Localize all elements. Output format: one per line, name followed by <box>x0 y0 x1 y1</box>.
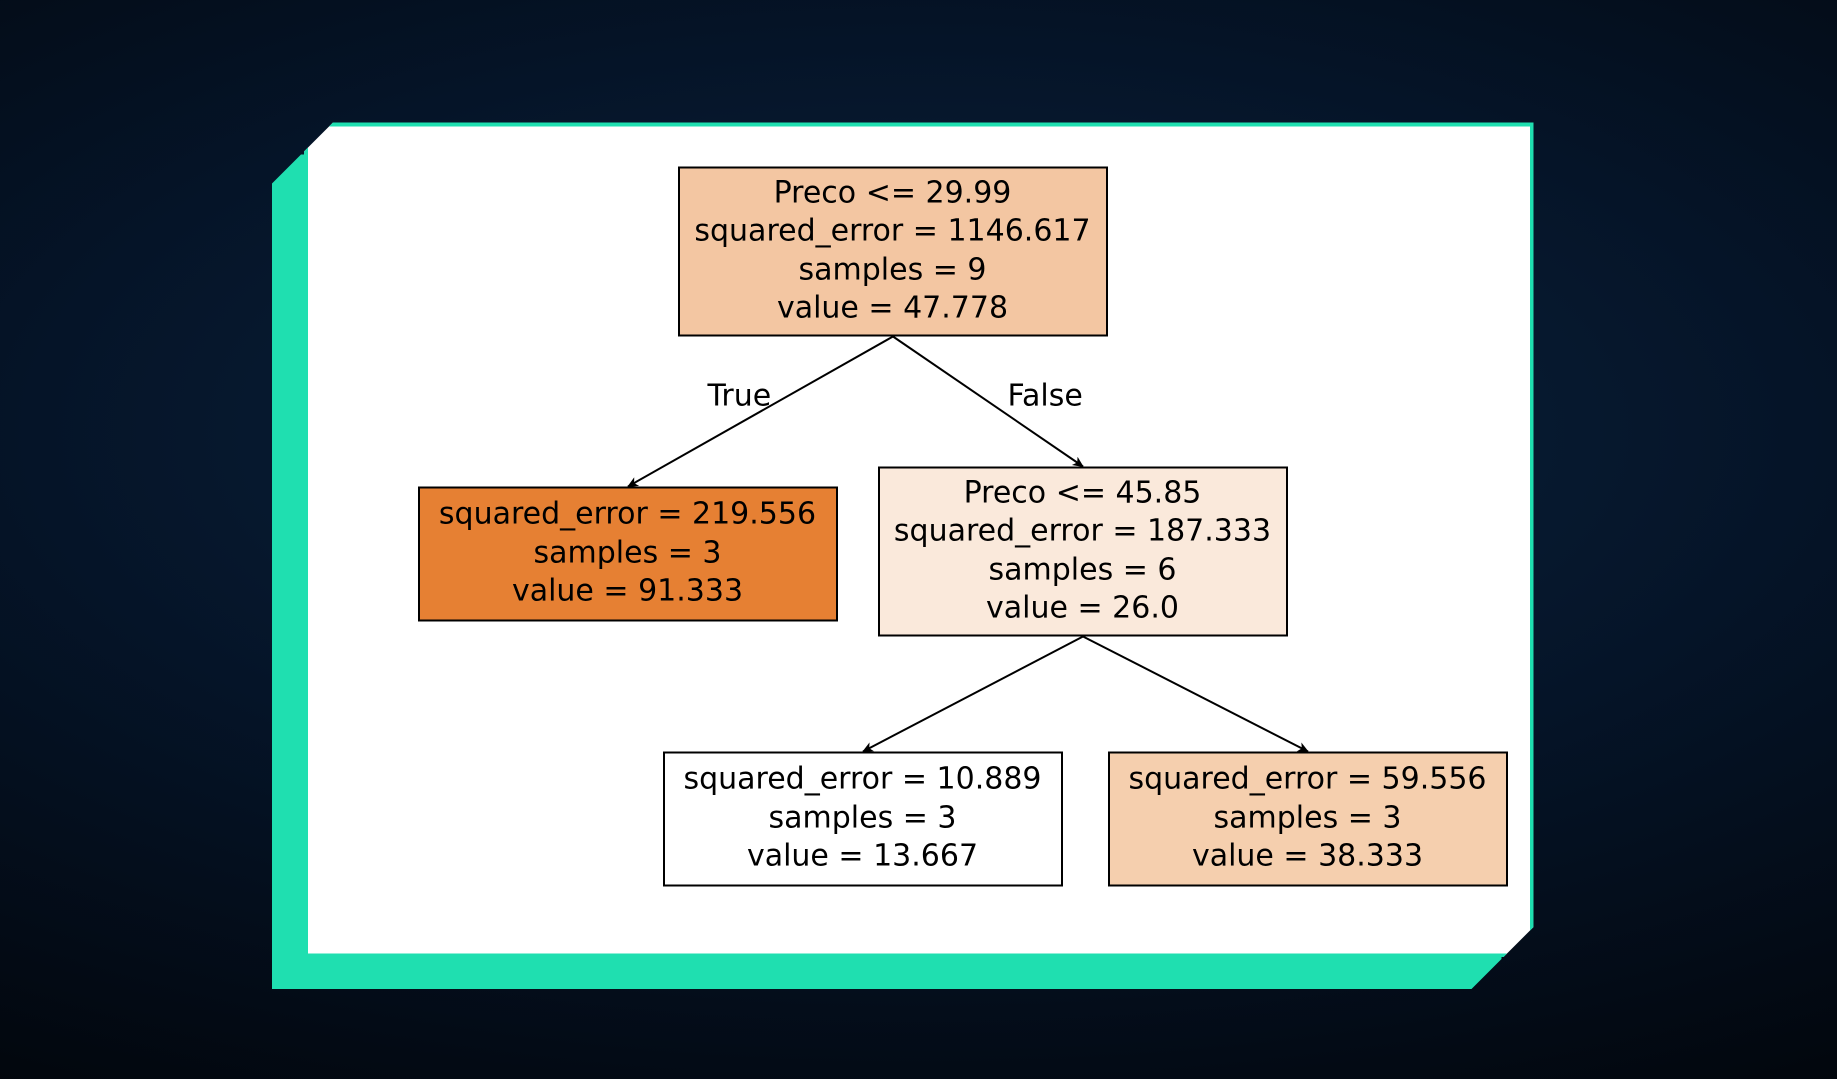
tree-node-left: squared_error = 219.556 samples = 3 valu… <box>418 486 838 621</box>
node-value: value = 26.0 <box>986 589 1179 627</box>
node-squared-error: squared_error = 1146.617 <box>694 213 1090 251</box>
card-front: Preco <= 29.99 squared_error = 1146.617 … <box>304 122 1534 957</box>
tree-node-root: Preco <= 29.99 squared_error = 1146.617 … <box>678 166 1108 336</box>
node-squared-error: squared_error = 187.333 <box>894 513 1271 551</box>
node-samples: samples = 9 <box>799 251 987 289</box>
node-samples: samples = 3 <box>534 534 722 572</box>
node-condition: Preco <= 29.99 <box>774 174 1012 212</box>
tree-node-right-right: squared_error = 59.556 samples = 3 value… <box>1108 751 1508 886</box>
edge-label-true: True <box>708 378 772 413</box>
node-squared-error: squared_error = 59.556 <box>1128 761 1486 799</box>
node-value: value = 38.333 <box>1192 838 1423 876</box>
node-samples: samples = 3 <box>769 799 957 837</box>
node-samples: samples = 6 <box>989 551 1177 589</box>
node-squared-error: squared_error = 219.556 <box>439 496 816 534</box>
node-squared-error: squared_error = 10.889 <box>683 761 1041 799</box>
tree-node-right: Preco <= 45.85 squared_error = 187.333 s… <box>878 466 1288 636</box>
node-value: value = 91.333 <box>512 573 743 611</box>
node-value: value = 13.667 <box>747 838 978 876</box>
edge-label-false: False <box>1008 378 1083 413</box>
diagram-card: Preco <= 29.99 squared_error = 1146.617 … <box>304 122 1534 957</box>
node-samples: samples = 3 <box>1214 799 1402 837</box>
tree-node-right-left: squared_error = 10.889 samples = 3 value… <box>663 751 1063 886</box>
decision-tree: Preco <= 29.99 squared_error = 1146.617 … <box>308 126 1530 953</box>
node-value: value = 47.778 <box>777 289 1008 327</box>
node-condition: Preco <= 45.85 <box>964 474 1202 512</box>
